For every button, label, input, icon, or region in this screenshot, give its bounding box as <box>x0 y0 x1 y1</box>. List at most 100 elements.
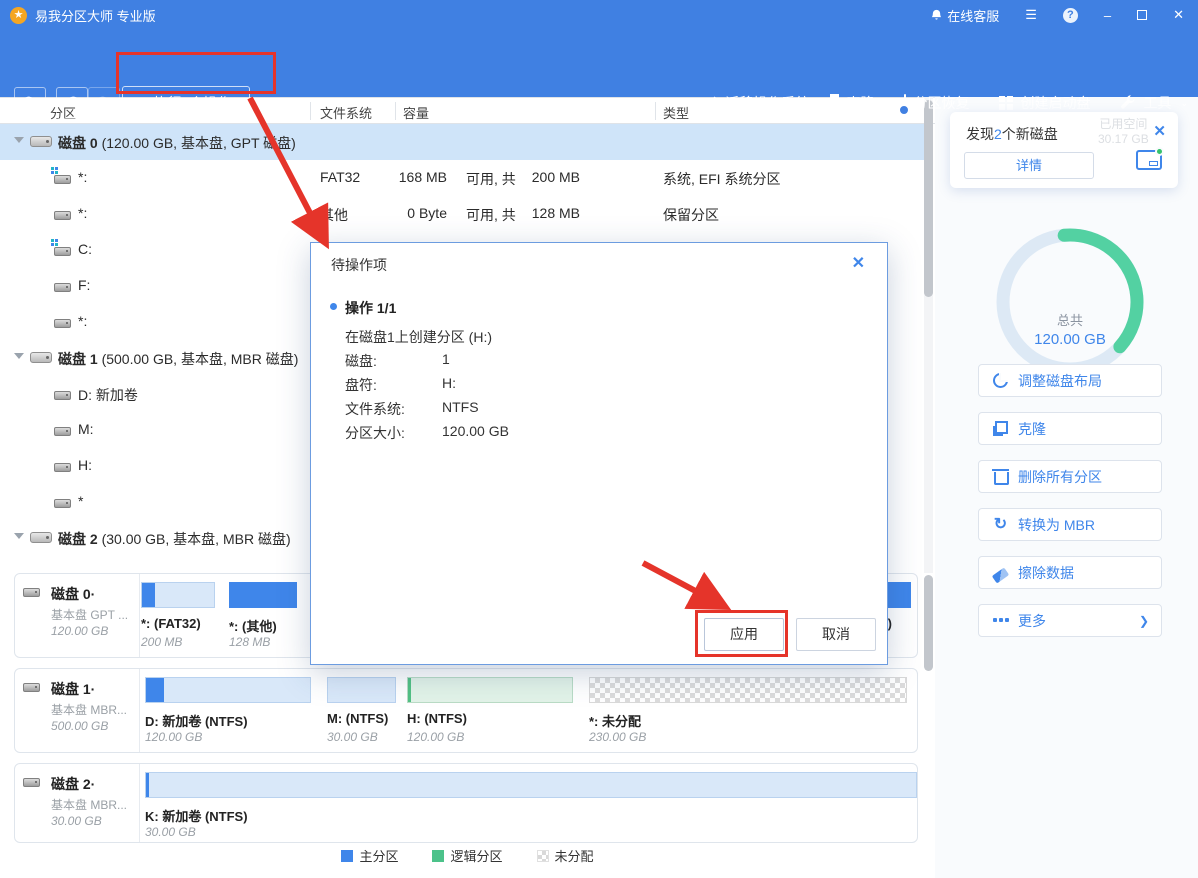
partition-label: *: <box>78 169 87 185</box>
partition-bar-label: K: 新加卷 (NTFS) <box>145 806 248 825</box>
disk-name: 磁盘 2 <box>58 531 98 547</box>
partition-drive-icon <box>54 463 71 472</box>
type-cell: 保留分区 <box>663 205 719 225</box>
partition-drive-icon <box>54 427 71 436</box>
list-scrollbar-thumb[interactable] <box>924 100 933 297</box>
partition-bar-size: 230.00 GB <box>589 730 646 744</box>
divider <box>139 764 140 842</box>
chevron-down-icon: ⌄ <box>1180 98 1188 109</box>
partition-bar[interactable] <box>407 677 573 703</box>
help-icon[interactable]: ? <box>1063 8 1078 23</box>
column-header-filesystem[interactable]: 文件系统 <box>320 103 372 122</box>
diskmap-scrollbar-thumb[interactable] <box>924 575 933 671</box>
tree-collapse-icon[interactable] <box>14 533 24 539</box>
partition-bar[interactable] <box>145 677 311 703</box>
sidebar-action-erase-data[interactable]: 擦除数据 <box>978 556 1162 589</box>
tree-collapse-icon[interactable] <box>14 137 24 143</box>
column-header-capacity[interactable]: 容量 <box>403 103 429 122</box>
cancel-button[interactable]: 取消 <box>796 618 876 651</box>
online-service-label: 在线客服 <box>947 6 999 25</box>
annotation-box-apply <box>695 610 788 657</box>
disk-map-card[interactable]: 磁盘 2·基本盘 MBR...30.00 GBK: 新加卷 (NTFS)30.0… <box>14 763 918 843</box>
table-row-partition[interactable]: *:其他0 Byte可用, 共128 MB保留分区 <box>0 196 928 232</box>
notification-text: 发现2个新磁盘 <box>966 124 1058 144</box>
partition-bar-size: 120.00 GB <box>407 730 464 744</box>
partition-label: F: <box>78 277 90 293</box>
dialog-field: 文件系统: NTFS <box>345 399 745 419</box>
table-row-disk[interactable]: 磁盘 0 (120.00 GB, 基本盘, GPT 磁盘) <box>0 124 928 160</box>
partition-drive-icon <box>54 247 71 256</box>
sidebar-action-label: 调整磁盘布局 <box>1018 371 1102 391</box>
partition-bar[interactable] <box>229 582 297 608</box>
more-dots-icon <box>993 618 1008 633</box>
sidebar: 总共 120.00 GB 已用空间 30.17 GB 发现2个新磁盘 ✕ 详情 … <box>935 97 1198 878</box>
table-row-partition[interactable]: *:FAT32168 MB可用, 共200 MB系统, EFI 系统分区 <box>0 160 928 196</box>
notification-close-icon[interactable]: ✕ <box>1153 122 1166 140</box>
column-header-type[interactable]: 类型 <box>663 103 689 122</box>
partition-bar-size: 30.00 GB <box>327 730 378 744</box>
partition-bar-label: *: 未分配 <box>589 711 641 730</box>
toolbar-menu-item-2[interactable]: 克隆 <box>839 93 874 113</box>
disk-row-label: 磁盘 2 (30.00 GB, 基本盘, MBR 磁盘) <box>58 529 291 549</box>
toolbar-menu-item-3[interactable]: 分区恢复 <box>904 93 969 113</box>
new-disk-icon <box>1136 150 1162 170</box>
legend-label: 未分配 <box>555 846 594 865</box>
capacity-mid-label: 可用, 共 <box>466 205 516 225</box>
maximize-icon[interactable] <box>1137 10 1147 20</box>
sidebar-action-label: 转换为 MBR <box>1018 515 1095 535</box>
partition-bar-size: 200 MB <box>141 635 182 649</box>
close-icon[interactable]: ✕ <box>1173 7 1184 23</box>
partition-bar[interactable] <box>327 677 396 703</box>
refresh-button[interactable]: ⟳ <box>14 87 46 119</box>
convert-mbr-icon: ↻ <box>993 517 1008 532</box>
partition-bar[interactable] <box>589 677 907 703</box>
sidebar-action-more-dots[interactable]: 更多❯ <box>978 604 1162 637</box>
partition-label: M: <box>78 421 94 437</box>
partition-bar[interactable] <box>141 582 215 608</box>
disk-name: 磁盘 1 <box>58 351 98 367</box>
capacity-total-cell: 200 MB <box>522 169 580 185</box>
pending-operations-dialog: 待操作项 ✕ 操作 1/1 在磁盘1上创建分区 (H:) 磁盘:1盘符:H:文件… <box>310 242 888 665</box>
disk-drive-icon <box>30 352 52 363</box>
toolbar-menu-label: 迁移操作系统 <box>725 93 809 113</box>
toolbar-menu-item-1[interactable]: ⇄ 迁移操作系统 <box>705 93 809 113</box>
online-service-button[interactable]: 在线客服 <box>930 6 999 25</box>
dialog-field-value: 120.00 GB <box>442 423 509 439</box>
tools-wrench-icon <box>1120 94 1136 113</box>
refresh-icon: ⟳ <box>23 93 37 112</box>
redo-icon: ↷ <box>97 93 111 112</box>
dialog-field-label: 分区大小: <box>345 425 405 441</box>
tree-collapse-icon[interactable] <box>14 353 24 359</box>
execute-operations-label: 执行1个操作 <box>153 93 231 113</box>
undo-button[interactable]: ↶ <box>56 87 88 119</box>
adjust-layout-pie-icon <box>993 373 1008 388</box>
partition-used-fill <box>146 773 149 797</box>
dialog-field-label: 盘符: <box>345 377 377 393</box>
dialog-field-value: NTFS <box>442 399 479 415</box>
migrate-os-icon: ⇄ <box>705 93 718 113</box>
partition-bar[interactable] <box>145 772 917 798</box>
sidebar-action-label: 更多 <box>1018 611 1046 631</box>
disk-map-name: 磁盘 1· <box>51 679 95 699</box>
disk-map-card[interactable]: 磁盘 1·基本盘 MBR...500.00 GBD: 新加卷 (NTFS)120… <box>14 668 918 753</box>
sidebar-action-adjust-layout-pie[interactable]: 调整磁盘布局 <box>978 364 1162 397</box>
disk-map-name: 磁盘 2· <box>51 774 95 794</box>
sidebar-action-label: 擦除数据 <box>1018 563 1074 583</box>
sidebar-action-delete-trash[interactable]: 删除所有分区 <box>978 460 1162 493</box>
toolbar-menu-item-4[interactable]: 创建启动盘 <box>999 93 1090 113</box>
partition-bar-label: D: 新加卷 (NTFS) <box>145 711 248 730</box>
dialog-field-label: 文件系统: <box>345 401 405 417</box>
bell-icon <box>930 9 943 22</box>
minimize-icon[interactable]: – <box>1104 8 1111 23</box>
notification-details-button[interactable]: 详情 <box>964 152 1094 179</box>
toolbar-menu-label: 分区恢复 <box>913 93 969 113</box>
sidebar-action-convert-mbr[interactable]: ↻ 转换为 MBR <box>978 508 1162 541</box>
dialog-close-icon[interactable]: ✕ <box>852 253 865 273</box>
sidebar-action-label: 克隆 <box>1018 419 1046 439</box>
sidebar-action-clone[interactable]: 克隆 <box>978 412 1162 445</box>
type-cell: 系统, EFI 系统分区 <box>663 169 780 189</box>
menu-list-icon[interactable]: ☰ <box>1025 7 1037 23</box>
titlebar: ★ 易我分区大师 专业版 在线客服 ☰ ? – ✕ <box>0 0 1198 30</box>
legend-item: 主分区 <box>341 846 398 865</box>
toolbar-menu-item-5[interactable]: 工具⌄ <box>1120 93 1188 113</box>
